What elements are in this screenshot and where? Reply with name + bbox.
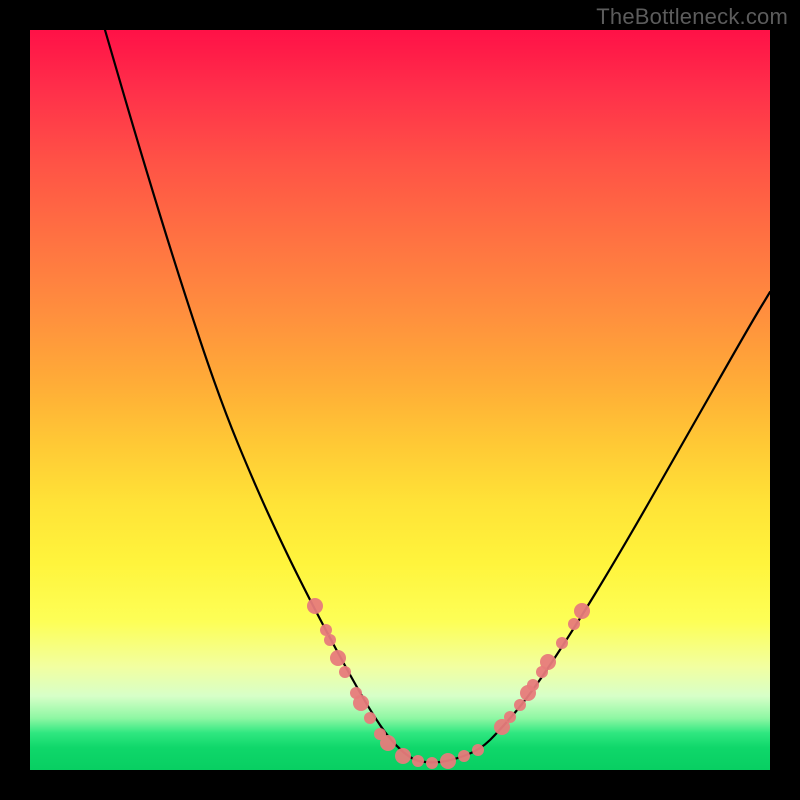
watermark-text: TheBottleneck.com — [596, 4, 788, 30]
curve-layer — [30, 30, 770, 770]
bottleneck-curve — [105, 30, 770, 762]
plot-area — [30, 30, 770, 770]
chart-frame: TheBottleneck.com — [0, 0, 800, 800]
marker-dots — [307, 598, 590, 769]
